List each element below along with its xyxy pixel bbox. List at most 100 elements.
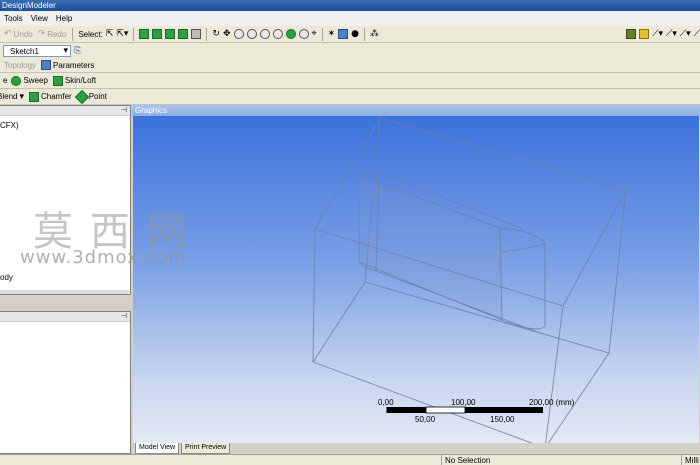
blade-end-cap	[499, 227, 546, 253]
menu-view[interactable]: View	[31, 14, 48, 23]
scale-label-100: 100,00	[451, 398, 476, 407]
scale-bar: 0,00 100,00 200,00 (mm) 50,00 150,00	[378, 398, 575, 424]
rotate-icon[interactable]: ↻	[212, 29, 220, 39]
selection-status: No Selection	[441, 455, 681, 465]
line-tool-2-icon[interactable]: ⟋▾	[666, 29, 677, 39]
menu-tools[interactable]: Tools	[4, 14, 23, 23]
line-tool-1-icon[interactable]: ⟋▾	[652, 29, 663, 39]
select-mode-icon[interactable]: ⇱	[106, 29, 114, 39]
point-button[interactable]: Point	[74, 89, 108, 104]
select-bodies-icon[interactable]	[178, 29, 189, 39]
separator	[72, 27, 74, 41]
revolve-partial-label[interactable]: e	[3, 76, 7, 85]
undo-button[interactable]: ↶ Undo	[3, 28, 34, 41]
graphics-tabs: Model View Print Preview	[132, 443, 700, 454]
undo-icon: ↶	[4, 29, 12, 39]
parameters-label: Parameters	[53, 60, 95, 70]
undo-label: Undo	[13, 29, 33, 39]
zoom-icon[interactable]	[233, 29, 244, 39]
redo-button[interactable]: ↷ Redo	[37, 28, 68, 41]
separator	[364, 27, 365, 41]
graphics-window: Graphics 0,00 100,00 200,00 (mm) 50,00 1…	[132, 105, 700, 454]
topology-button[interactable]: Topology	[3, 59, 37, 72]
separator	[321, 27, 323, 41]
grid-dropdown-icon[interactable]	[626, 29, 637, 39]
chamfer-button[interactable]: Chamfer	[28, 90, 73, 103]
new-sketch-icon[interactable]: ⎘	[74, 46, 81, 56]
menu-help[interactable]: Help	[56, 14, 72, 23]
box-edge	[312, 281, 366, 363]
point-label: Point	[88, 92, 107, 101]
horizontal-scrollbar[interactable]	[0, 290, 129, 294]
select-points-icon[interactable]	[139, 29, 150, 39]
graphics-viewport[interactable]: 0,00 100,00 200,00 (mm) 50,00 150,00	[133, 116, 699, 443]
point-feature-icon	[74, 89, 89, 104]
scale-segment-2	[425, 406, 466, 414]
extend-selection-icon[interactable]	[191, 29, 202, 39]
main-toolbar: ↶ Undo ↷ Redo Select: ⇱ ⇱▾ ↻ ✥ ⌖ ✶ ● ⁂ ⟋…	[0, 26, 700, 43]
tree-outline-header: ⊣	[0, 106, 130, 116]
point-icon[interactable]: ●	[351, 29, 359, 39]
zoom-box-icon[interactable]	[259, 29, 270, 39]
zoom-fit-icon[interactable]	[285, 29, 296, 39]
skinloft-icon	[52, 75, 63, 86]
sketch-select-value: Sketch1	[10, 46, 39, 56]
look-at-icon[interactable]: ⌖	[312, 29, 317, 39]
scale-label-50: 50,00	[415, 415, 436, 424]
display-model-icon[interactable]	[338, 29, 349, 39]
select-filter-dropdown-icon[interactable]: ⇱▾	[116, 29, 128, 39]
skinloft-button[interactable]: Skin/Loft	[52, 74, 97, 87]
select-label: Select:	[78, 29, 103, 39]
tab-print-preview[interactable]: Print Preview	[181, 443, 231, 454]
menu-bar: Tools View Help	[0, 11, 700, 26]
blend-button[interactable]: Blend ▾	[0, 90, 25, 103]
blend-toolbar: Blend ▾ Chamfer Point	[0, 89, 700, 105]
parameters-icon	[41, 60, 52, 70]
sweep-button[interactable]: Sweep	[10, 74, 48, 87]
separator	[206, 27, 208, 41]
scale-segment-3	[465, 407, 543, 413]
help-cursor-icon[interactable]: ⁂	[370, 29, 379, 39]
redo-icon: ↷	[37, 29, 46, 39]
pin-icon[interactable]: ⊣	[121, 312, 127, 320]
blend-label: Blend	[0, 92, 18, 101]
chamfer-icon	[29, 91, 39, 102]
model-geometry: 0,00 100,00 200,00 (mm) 50,00 150,00	[312, 117, 627, 443]
topology-toolbar: Topology Parameters	[0, 58, 700, 73]
tree-item-project[interactable]: CFX)	[0, 121, 19, 130]
color-dropdown-icon[interactable]	[639, 29, 650, 39]
line-tool-3-icon[interactable]: ⟋▾	[680, 29, 691, 39]
panel-splitter[interactable]	[0, 295, 131, 311]
magnifier-icon[interactable]	[298, 29, 309, 39]
graphics-title: Graphics	[132, 105, 700, 116]
select-faces-icon[interactable]	[165, 29, 176, 39]
zoom-in-icon[interactable]	[246, 29, 257, 39]
details-view-header: ⊣	[0, 312, 130, 322]
sketch-select[interactable]: Sketch1 ▾	[3, 45, 71, 57]
pin-icon[interactable]: ⊣	[121, 106, 127, 114]
box-edge	[562, 189, 627, 307]
watermark-url: www.3dmox.com	[20, 247, 187, 268]
blade-end-edge	[501, 243, 546, 330]
features-toolbar: e Sweep Skin/Loft	[0, 73, 700, 89]
zoom-out-icon[interactable]	[272, 29, 283, 39]
skinloft-label: Skin/Loft	[64, 76, 97, 85]
triad-icon[interactable]: ✶	[328, 29, 336, 39]
select-edges-icon[interactable]	[152, 29, 163, 39]
details-view-panel: ⊣	[0, 311, 131, 454]
tree-item-body[interactable]: ody	[0, 273, 13, 282]
blade-face	[358, 175, 503, 321]
pan-icon[interactable]: ✥	[223, 29, 231, 39]
chamfer-label: Chamfer	[41, 92, 72, 101]
title-bar: DesignModeler	[0, 0, 700, 11]
scale-label-0: 0,00	[378, 398, 394, 407]
units-status: Milli	[681, 455, 700, 465]
line-tool-4-icon[interactable]: ⟋	[694, 29, 700, 39]
scale-label-150: 150,00	[490, 415, 515, 424]
parameters-button[interactable]: Parameters	[40, 59, 95, 72]
scale-segment-1	[387, 407, 426, 413]
scale-label-200: 200,00 (mm)	[529, 398, 575, 407]
tab-model-view[interactable]: Model View	[135, 443, 180, 454]
topology-label: Topology	[4, 60, 37, 70]
redo-label: Redo	[47, 29, 67, 39]
